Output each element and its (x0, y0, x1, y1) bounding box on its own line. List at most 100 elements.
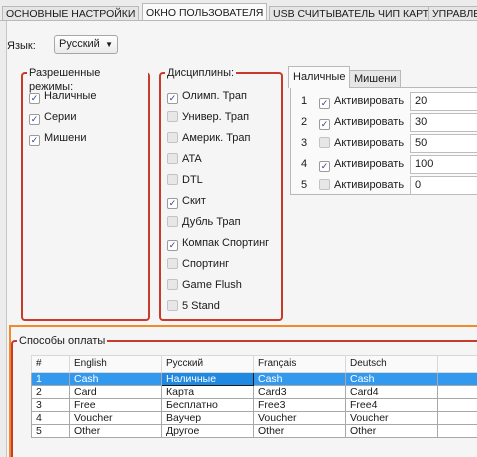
table-cell[interactable]: Карта (161, 385, 254, 399)
checkbox-empty-icon (167, 174, 178, 185)
column-header-french[interactable]: Français (253, 355, 346, 373)
mode-series-label: Серии (44, 111, 77, 123)
language-selected-value: Русский (59, 38, 100, 50)
tab-targets[interactable]: Мишени (349, 70, 402, 88)
table-cell[interactable]: Other (69, 424, 162, 438)
checkbox-empty-icon (319, 137, 330, 148)
activate-label: Активировать (334, 158, 405, 170)
checkbox-empty-icon (167, 153, 178, 164)
discipline-universal-trap[interactable]: Универ. Трап (167, 109, 249, 125)
activate-label: Активировать (334, 179, 405, 191)
discipline-sporting[interactable]: Спортинг (167, 256, 229, 272)
checkbox-empty-icon (167, 279, 178, 290)
table-row-selected[interactable]: 1 Cash Наличные Cash Cash (31, 372, 477, 386)
checkbox-empty-icon (167, 132, 178, 143)
discipline-ata[interactable]: ATA (167, 151, 202, 167)
discipline-compak-sporting[interactable]: ✓ Компак Спортинг (167, 235, 269, 251)
cash-amount-input[interactable]: 30 (410, 113, 477, 132)
table-cell[interactable]: Free (69, 398, 162, 412)
cash-amount-input[interactable]: 100 (410, 155, 477, 174)
table-cell[interactable]: Other (253, 424, 346, 438)
column-header-number[interactable]: # (31, 355, 70, 373)
checkbox-empty-icon (319, 179, 330, 190)
column-header-english[interactable]: English (69, 355, 162, 373)
table-cell[interactable]: Free4 (345, 398, 438, 412)
cash-activate-checkbox[interactable]: ✓ Активировать (319, 158, 404, 172)
chevron-down-icon: ▼ (105, 40, 113, 49)
checkbox-checked-icon: ✓ (29, 114, 40, 125)
cash-activate-checkbox[interactable]: Активировать (319, 179, 404, 191)
table-cell[interactable]: Cash (69, 372, 162, 386)
table-row[interactable]: 2 Card Карта Card3 Card4 (31, 385, 477, 399)
activate-label: Активировать (334, 137, 405, 149)
discipline-label: Универ. Трап (182, 111, 250, 123)
table-cell[interactable]: Бесплатно (161, 398, 254, 412)
activate-label: Активировать (334, 95, 405, 107)
table-cell[interactable]: 5 (31, 424, 70, 438)
discipline-double-trap[interactable]: Дубль Трап (167, 214, 241, 230)
table-cell[interactable]: Cash (345, 372, 438, 386)
discipline-label: Компак Спортинг (182, 237, 270, 249)
checkbox-empty-icon (167, 111, 178, 122)
table-cell[interactable]: Free3 (253, 398, 346, 412)
discipline-olympic-trap[interactable]: ✓ Олимп. Трап (167, 88, 247, 104)
table-row[interactable]: 5 Other Другое Other Other (31, 424, 477, 438)
checkbox-empty-icon (167, 300, 178, 311)
table-row[interactable]: 3 Free Бесплатно Free3 Free4 (31, 398, 477, 412)
tab-management[interactable]: УПРАВЛЕ (428, 6, 477, 20)
cash-row-number: 1 (301, 95, 308, 107)
mode-cash-checkbox[interactable]: ✓ Наличные (29, 88, 96, 104)
table-cell[interactable]: Ваучер (161, 411, 254, 425)
table-row[interactable]: 4 Voucher Ваучер Voucher Voucher (31, 411, 477, 425)
language-select[interactable]: Русский ▼ (54, 35, 118, 54)
cash-amount-input[interactable]: 20 (410, 92, 477, 111)
table-cell[interactable]: Card3 (253, 385, 346, 399)
table-cell[interactable]: Другое (161, 424, 254, 438)
cash-activate-checkbox[interactable]: ✓ Активировать (319, 95, 404, 109)
checkbox-checked-icon: ✓ (319, 98, 330, 109)
table-cell[interactable]: Voucher (69, 411, 162, 425)
tab-usb-chip-reader[interactable]: USB СЧИТЫВАТЕЛЬ ЧИП КАРТ (269, 6, 434, 20)
table-cell[interactable]: Voucher (345, 411, 438, 425)
cash-activate-checkbox[interactable]: Активировать (319, 137, 404, 149)
table-cell[interactable]: 4 (31, 411, 70, 425)
table-cell[interactable]: Voucher (253, 411, 346, 425)
discipline-label: Скит (182, 195, 206, 207)
checkbox-checked-icon: ✓ (29, 135, 40, 146)
tab-user-window[interactable]: ОКНО ПОЛЬЗОВАТЕЛЯ (142, 3, 268, 20)
table-cell[interactable]: 2 (31, 385, 70, 399)
table-cell[interactable]: 3 (31, 398, 70, 412)
activate-label: Активировать (334, 116, 405, 128)
cash-row-number: 5 (301, 179, 308, 191)
discipline-dtl[interactable]: DTL (167, 172, 203, 188)
table-cell[interactable]: 1 (31, 372, 70, 386)
table-cell[interactable]: Card (69, 385, 162, 399)
table-header-row: # English Русский Français Deutsch (31, 355, 477, 373)
checkbox-checked-icon: ✓ (167, 198, 178, 209)
tab-basic-settings[interactable]: ОСНОВНЫЕ НАСТРОЙКИ (2, 6, 140, 20)
payment-methods-table: # English Русский Français Deutsch 1 Cas… (31, 355, 477, 438)
discipline-label: Америк. Трап (182, 132, 251, 144)
table-cell-filler (437, 398, 477, 412)
discipline-game-flush[interactable]: Game Flush (167, 277, 242, 293)
payment-methods-legend: Способы оплаты (17, 334, 108, 348)
table-cell[interactable]: Cash (253, 372, 346, 386)
cash-amount-input[interactable]: 50 (410, 134, 477, 153)
discipline-5-stand[interactable]: 5 Stand (167, 298, 220, 314)
checkbox-checked-icon: ✓ (319, 161, 330, 172)
cash-activate-checkbox[interactable]: ✓ Активировать (319, 116, 404, 130)
column-header-russian[interactable]: Русский (161, 355, 254, 373)
tab-cash[interactable]: Наличные (288, 66, 351, 88)
cash-row: 1 ✓ Активировать 20 (291, 92, 477, 112)
cash-amount-input[interactable]: 0 (410, 176, 477, 195)
table-cell-editing[interactable]: Наличные (161, 372, 254, 386)
discipline-american-trap[interactable]: Америк. Трап (167, 130, 251, 146)
mode-series-checkbox[interactable]: ✓ Серии (29, 109, 76, 125)
discipline-label: 5 Stand (182, 300, 220, 312)
mode-targets-checkbox[interactable]: ✓ Мишени (29, 130, 86, 146)
discipline-label: Дубль Трап (182, 216, 241, 228)
column-header-german[interactable]: Deutsch (345, 355, 438, 373)
table-cell[interactable]: Card4 (345, 385, 438, 399)
table-cell[interactable]: Other (345, 424, 438, 438)
discipline-skeet[interactable]: ✓ Скит (167, 193, 206, 209)
